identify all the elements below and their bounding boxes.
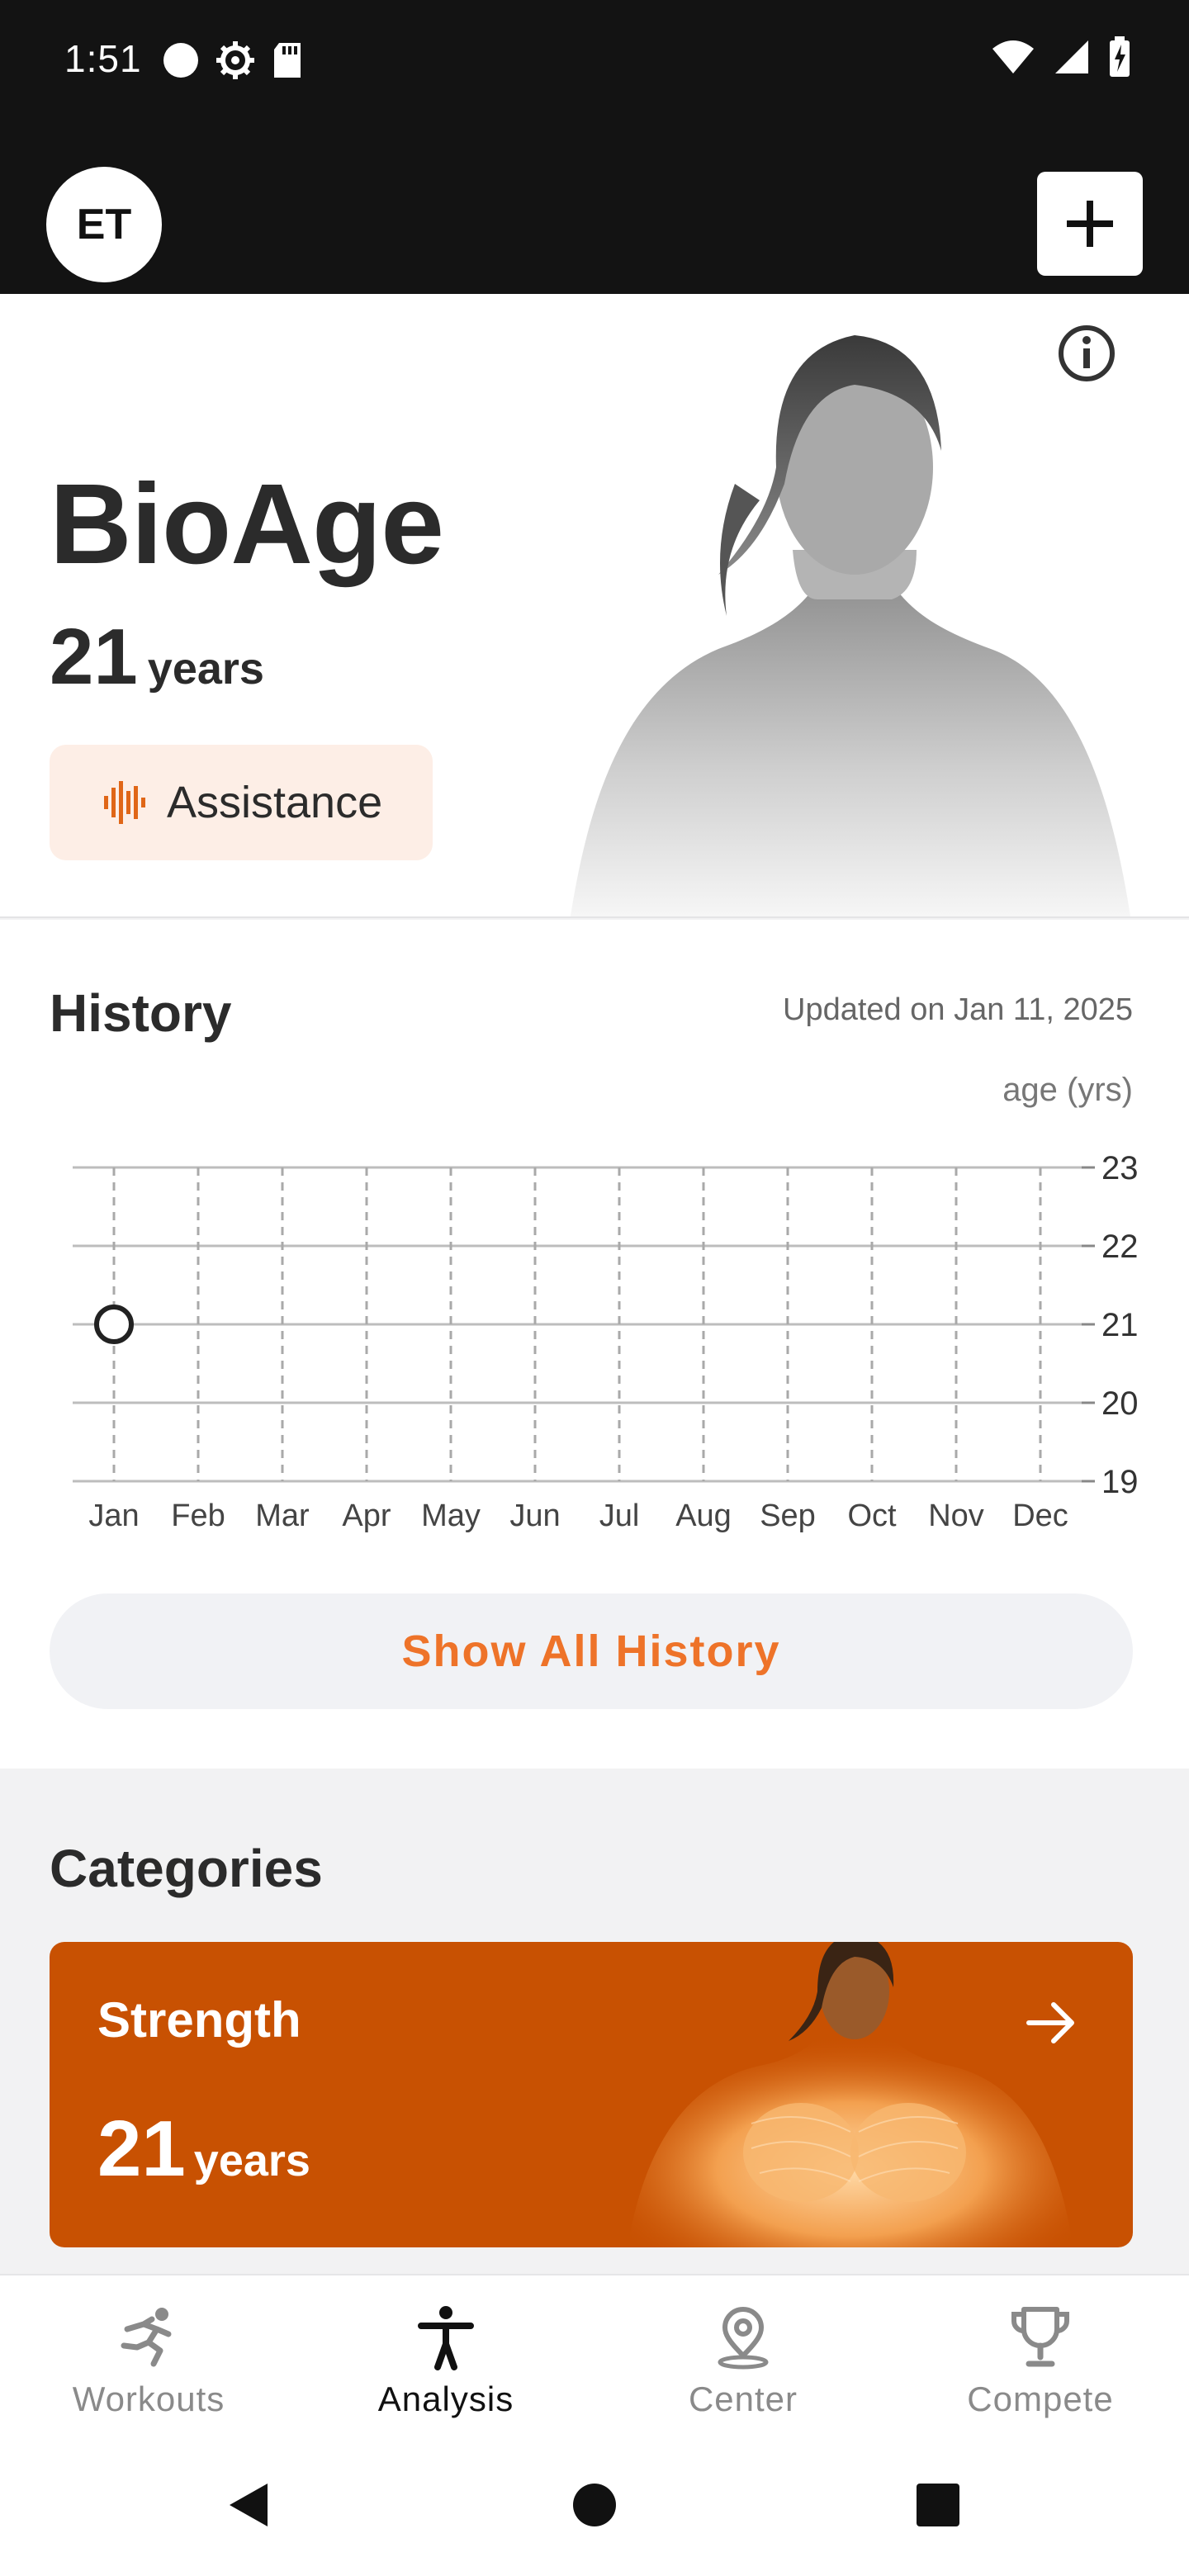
status-time: 1:51 <box>64 37 142 80</box>
nav-analysis[interactable]: Analysis <box>297 2275 594 2441</box>
nav-center[interactable]: Center <box>594 2275 892 2441</box>
plus-icon <box>1067 201 1113 247</box>
chart-x-tick-label: Mar <box>255 1499 310 1533</box>
location-pin-icon <box>718 2307 769 2370</box>
nav-compete-label: Compete <box>967 2379 1114 2418</box>
nav-analysis-label: Analysis <box>377 2379 514 2418</box>
category-age: 21 years <box>97 2104 310 2195</box>
audio-wave-icon <box>104 781 145 824</box>
nav-workouts-label: Workouts <box>72 2379 225 2418</box>
home-circle-icon <box>573 2484 616 2526</box>
chart-x-tick-label: Sep <box>760 1499 816 1533</box>
page-title: BioAge <box>50 461 444 588</box>
nav-workouts[interactable]: Workouts <box>0 2275 297 2441</box>
app-header: ET <box>0 124 1189 294</box>
chart-y-tick-label: 23 <box>1101 1150 1139 1186</box>
chart-y-tick-label: 20 <box>1101 1385 1139 1422</box>
chart-y-tick-label: 19 <box>1101 1464 1139 1500</box>
chart-x-tick-label: Oct <box>847 1499 897 1533</box>
settings-icon <box>216 41 254 79</box>
chart-x-tick-label: Jul <box>599 1499 640 1533</box>
history-section: History Updated on Jan 11, 2025 age (yrs… <box>0 920 1189 1769</box>
nav-compete[interactable]: Compete <box>892 2275 1189 2441</box>
chart-data-point <box>94 1305 134 1344</box>
arrow-right-icon <box>1026 2002 1074 2043</box>
chart-x-tick-label: Feb <box>171 1499 225 1533</box>
chart-x-tick-label: May <box>421 1499 481 1533</box>
sd-card-icon <box>274 43 301 78</box>
history-chart: 23 22 21 20 19 Jan Feb Mar Apr May Jun Jul Aug Sep Oct… <box>73 1150 1139 1533</box>
category-arrow[interactable] <box>1019 1990 1085 2056</box>
assistance-button[interactable]: Assistance <box>50 745 433 860</box>
categories-title: Categories <box>50 1839 323 1898</box>
running-person-icon <box>121 2308 172 2367</box>
home-button[interactable] <box>561 2472 628 2538</box>
info-button[interactable] <box>1054 320 1120 386</box>
category-age-unit: years <box>193 2136 310 2185</box>
bottom-nav: Workouts Analysis Center Compete <box>0 2274 1189 2439</box>
hero-athlete-image <box>570 335 1131 916</box>
battery-charging-icon <box>1110 36 1130 77</box>
bioage-unit: years <box>147 644 264 694</box>
category-age-number: 21 <box>97 2105 186 2193</box>
chart-x-tick-label: Apr <box>342 1499 391 1533</box>
body-figure-icon <box>418 2306 474 2370</box>
category-name: Strength <box>97 1992 301 2048</box>
chart-y-tick-label: 21 <box>1101 1307 1139 1343</box>
chart-x-tick-label: Jun <box>509 1499 560 1533</box>
signal-icon <box>1055 40 1088 73</box>
bioage-hero: BioAge 21 years Assistance <box>0 294 1189 918</box>
chart-x-tick-label: Nov <box>928 1499 984 1533</box>
bioage-number: 21 <box>50 613 138 701</box>
nav-center-label: Center <box>688 2379 798 2418</box>
strength-muscle-image <box>628 1942 1073 2247</box>
info-icon <box>1059 325 1115 381</box>
trophy-icon <box>1011 2307 1070 2367</box>
assistance-label: Assistance <box>167 778 383 827</box>
back-triangle-icon <box>230 2484 268 2526</box>
category-card-strength[interactable]: Strength 21 years <box>50 1942 1133 2247</box>
chart-x-tick-label: Aug <box>675 1499 732 1533</box>
bioage-value: 21 years <box>50 612 264 703</box>
chart-x-tick-label: Jan <box>88 1499 139 1533</box>
system-nav-bar <box>0 2439 1189 2576</box>
recents-button[interactable] <box>905 2472 971 2538</box>
back-button[interactable] <box>216 2472 282 2538</box>
wifi-icon <box>992 40 1034 73</box>
recents-square-icon <box>917 2484 959 2526</box>
show-all-history-button[interactable]: Show All History <box>50 1593 1133 1709</box>
status-bar: 1:51 <box>0 0 1189 124</box>
chart-y-tick-label: 22 <box>1101 1229 1139 1265</box>
add-button[interactable] <box>1037 172 1143 276</box>
circle-icon <box>163 43 198 78</box>
show-all-history-label: Show All History <box>401 1627 781 1676</box>
avatar[interactable]: ET <box>46 167 162 282</box>
chart-x-tick-label: Dec <box>1012 1499 1068 1533</box>
